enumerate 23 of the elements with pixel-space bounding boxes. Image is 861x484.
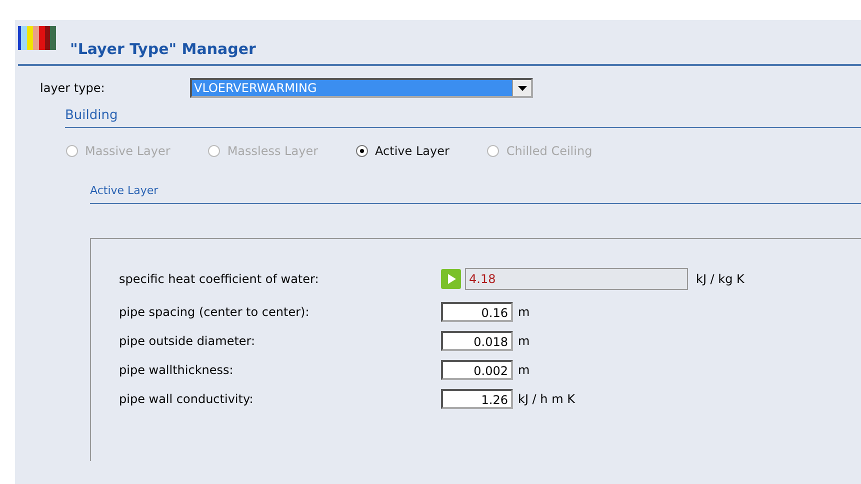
layer-type-label: layer type:: [40, 81, 106, 95]
field-label: pipe wall conductivity:: [119, 392, 254, 406]
field-label: pipe outside diameter:: [119, 334, 256, 348]
dropdown-arrow-icon: [518, 86, 526, 90]
value-field: 4.18: [465, 268, 688, 290]
radio-option[interactable]: Active Layer: [356, 144, 450, 158]
play-icon[interactable]: [441, 269, 461, 289]
logo-icon: [18, 26, 58, 50]
section-heading: Building: [65, 108, 861, 128]
unit-label: m: [518, 304, 530, 318]
unit-label: kJ / h m K: [518, 392, 575, 406]
unit-label: m: [518, 362, 530, 376]
field-label: pipe spacing (center to center):: [119, 304, 310, 318]
field-label: pipe wallthickness:: [119, 362, 234, 376]
field-label: specific heat coefficient of water:: [119, 272, 320, 286]
input-field[interactable]: 0.16: [441, 302, 513, 322]
unit-label: m: [518, 334, 530, 348]
manager-title: "Layer Type" Manager: [70, 40, 256, 58]
input-field[interactable]: 0.018: [441, 330, 513, 350]
input-field[interactable]: 1.26: [441, 388, 513, 408]
unit-label: kJ / kg K: [696, 272, 744, 286]
input-field[interactable]: 0.002: [441, 360, 513, 380]
subsection-heading: Active Layer: [90, 184, 861, 204]
